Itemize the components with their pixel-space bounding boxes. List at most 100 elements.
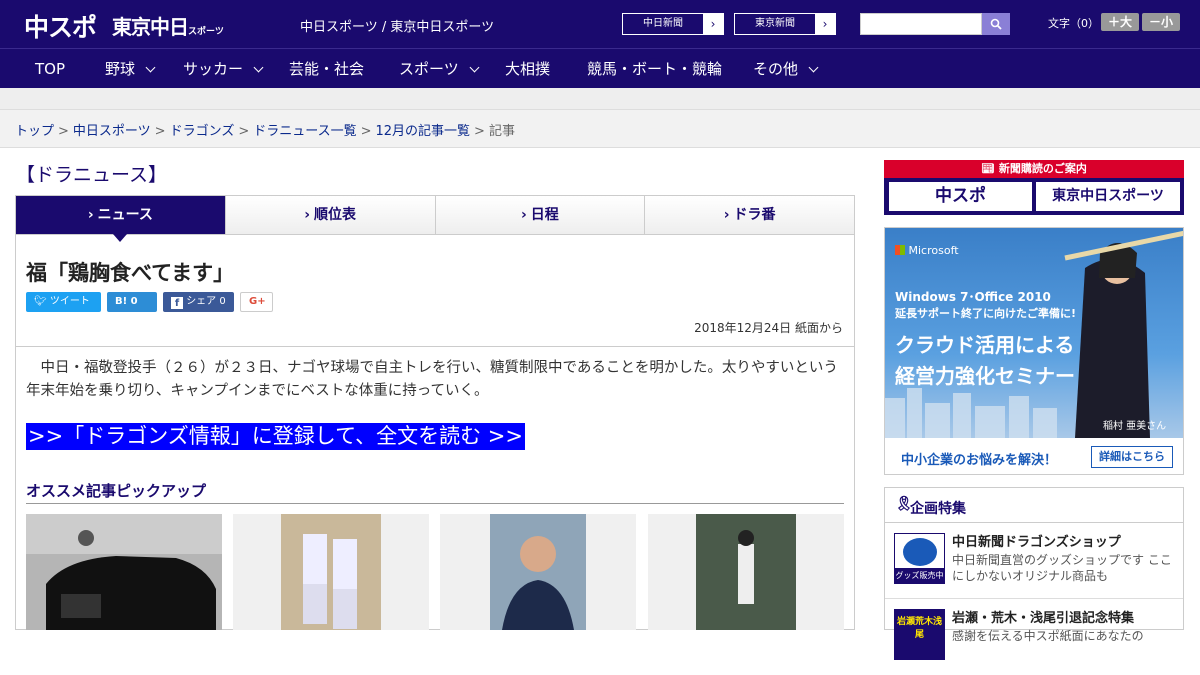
nav-item-top[interactable]: TOP <box>35 49 65 89</box>
site-links[interactable]: 中日スポーツ / 東京中日スポーツ <box>300 16 494 35</box>
search-input[interactable] <box>860 13 982 35</box>
tweet-button[interactable]: 🐦︎ ツイート <box>26 292 101 312</box>
pickup-thumbnail[interactable] <box>26 514 222 630</box>
tab-standings[interactable]: › 順位表 <box>225 196 436 234</box>
tab-dora-ban[interactable]: › ドラ番 <box>645 196 854 234</box>
nav-item-baseball[interactable]: 野球 <box>105 49 156 89</box>
nav-item-soccer[interactable]: サッカー <box>183 49 264 89</box>
article-dateline: 2018年12月24日 紙面から <box>694 321 843 335</box>
feature-thumb-text: 岩瀬荒木浅尾 <box>896 617 942 640</box>
search-icon <box>990 18 1002 30</box>
hatena-bookmark-button[interactable]: B! 0 <box>107 292 157 312</box>
chevron-down-icon <box>145 62 156 73</box>
font-smaller-button[interactable]: －小 <box>1142 13 1180 31</box>
ad-line1: Windows 7･Office 2010 <box>895 290 1051 304</box>
subscription-title-text: 新聞購読のご案内 <box>998 162 1087 175</box>
pickup-title: オススメ記事ピックアップ <box>26 482 207 500</box>
search-button[interactable] <box>982 13 1010 35</box>
feature-header: 🎗︎ 企画特集 <box>885 488 1183 523</box>
feature-thumbnail: 岩瀬荒木浅尾 <box>894 609 945 660</box>
twitter-icon: 🐦︎ <box>34 296 47 307</box>
subscribe-chuspo-button[interactable]: 中スポ <box>889 182 1032 211</box>
tokyo-shimbun-button[interactable]: 東京新聞 › <box>734 13 836 35</box>
chevron-right-icon: › <box>520 207 527 223</box>
batting-photo <box>696 514 796 630</box>
chevron-right-icon: › <box>87 207 94 223</box>
tab-schedule[interactable]: › 日程 <box>435 196 646 234</box>
subscribe-tokyo-chunichi-button[interactable]: 東京中日スポーツ <box>1036 182 1180 211</box>
feature-title: 企画特集 <box>910 501 966 517</box>
dragons-tabs: › ニュース › 順位表 › 日程 › ドラ番 <box>15 195 855 242</box>
feature-item[interactable]: 岩瀬荒木浅尾 岩瀬・荒木・浅尾引退記念特集 感謝を伝える中スポ紙面にあなたの <box>885 599 1183 675</box>
breadcrumb-current: 記事 <box>488 124 515 139</box>
ad-headline2: 経営力強化セミナー <box>895 364 1075 388</box>
advertisement[interactable]: Microsoft Windows 7･Office 2010 延長サポート終了… <box>884 227 1184 475</box>
nav-label: TOP <box>35 60 66 78</box>
pickup-thumbnail[interactable] <box>648 514 844 630</box>
microsoft-icon <box>895 245 905 255</box>
chevron-down-icon <box>469 62 480 73</box>
breadcrumb-separator: > <box>154 124 166 139</box>
breadcrumb-top[interactable]: トップ <box>15 124 54 139</box>
nav-item-sumo[interactable]: 大相撲 <box>505 49 550 89</box>
tab-label: 日程 <box>530 207 559 223</box>
font-size-label: 文字（0） <box>1048 17 1099 30</box>
breadcrumb-dranews-list[interactable]: ドラニュース一覧 <box>253 124 356 139</box>
section-title: 【ドラニュース】 <box>16 164 168 186</box>
tokyo-chunichi-logo[interactable]: 東京中日スポーツ <box>112 11 224 40</box>
ad-brand: Microsoft <box>908 244 959 257</box>
feature-item[interactable]: グッズ販売中 中日新聞ドラゴンズショップ 中日新聞直営のグッズショップです ここ… <box>885 523 1183 599</box>
nav-item-entertainment[interactable]: 芸能・社会 <box>289 49 364 89</box>
chuspo-logo[interactable]: 中スポ <box>24 8 97 44</box>
feature-thumb-text: グッズ販売中 <box>895 568 944 583</box>
microsoft-logo: Microsoft <box>895 244 959 257</box>
chevron-right-icon: › <box>304 207 311 223</box>
nav-item-sports[interactable]: スポーツ <box>399 49 480 89</box>
tokyo-label: 東京新聞 <box>755 18 795 29</box>
nav-label: 野球 <box>105 60 136 78</box>
googleplus-button[interactable]: G+ <box>240 292 273 312</box>
nav-item-racing[interactable]: 競馬・ボート・競輪 <box>587 49 722 89</box>
tab-news[interactable]: › ニュース <box>16 196 226 242</box>
chevron-down-icon <box>808 62 819 73</box>
nav-item-other[interactable]: その他 <box>753 49 819 89</box>
nav-label: 競馬・ボート・競輪 <box>587 60 723 78</box>
article-body: 中日・福敬登投手（２６）が２３日、ナゴヤ球場で自主トレを行い、糖質制限中であるこ… <box>26 360 838 399</box>
chunichi-shimbun-button[interactable]: 中日新聞 › <box>622 13 724 35</box>
breadcrumb-chunichi-sports[interactable]: 中日スポーツ <box>73 124 151 139</box>
tab-label: ドラ番 <box>733 207 776 223</box>
pickup-thumbnail[interactable] <box>440 514 636 630</box>
nav-label: スポーツ <box>399 60 459 78</box>
tab-label: 順位表 <box>314 207 357 223</box>
facebook-share-button[interactable]: f シェア 0 <box>163 292 234 312</box>
breadcrumb-december-list[interactable]: 12月の記事一覧 <box>376 124 471 139</box>
chevron-right-icon: › <box>723 207 730 223</box>
ad-headline1: クラウド活用による <box>895 333 1075 357</box>
read-more-link[interactable]: >>「ドラゴンズ情報」に登録して、全文を読む >> <box>26 423 525 450</box>
ad-footer: 中小企業のお悩みを解決！ 詳細はこちら <box>885 438 1183 474</box>
sub-nav-bar <box>0 88 1200 110</box>
pickup-thumbnail[interactable] <box>233 514 429 630</box>
ad-detail-button[interactable]: 詳細はこちら <box>1091 446 1173 468</box>
ad-bottom-text: 中小企業のお悩みを解決！ <box>901 453 1058 468</box>
chevron-down-icon <box>253 62 264 73</box>
feature-item-title: 岩瀬・荒木・浅尾引退記念特集 <box>952 611 1135 626</box>
nav-label: サッカー <box>183 60 244 78</box>
breadcrumb-dragons[interactable]: ドラゴンズ <box>170 124 235 139</box>
tokyo-logo-sub: スポーツ <box>188 27 224 37</box>
subscription-title: 📰︎ 新聞購読のご案内 <box>884 160 1184 178</box>
feature-item-desc: 中日新聞直営のグッズショップです ここにしかないオリジナル商品も <box>952 553 1172 583</box>
facebook-label: シェア 0 <box>186 296 226 307</box>
tokyo-logo-text: 東京中日 <box>112 15 189 39</box>
breadcrumb-separator: > <box>360 124 372 139</box>
article-headline: 福「鶏胸食べてます」 <box>26 261 235 285</box>
font-bigger-button[interactable]: ＋大 <box>1101 13 1139 31</box>
car-photo <box>26 514 222 630</box>
nav-label: その他 <box>753 60 799 78</box>
nav-label: 芸能・社会 <box>289 60 365 78</box>
feature-box: 🎗︎ 企画特集 グッズ販売中 中日新聞ドラゴンズショップ 中日新聞直営のグッズショ… <box>884 487 1184 660</box>
breadcrumb-separator: > <box>474 124 485 139</box>
feature-thumbnail: グッズ販売中 <box>894 533 945 584</box>
ad-image: Microsoft Windows 7･Office 2010 延長サポート終了… <box>885 228 1183 438</box>
breadcrumb-separator: > <box>238 124 250 139</box>
